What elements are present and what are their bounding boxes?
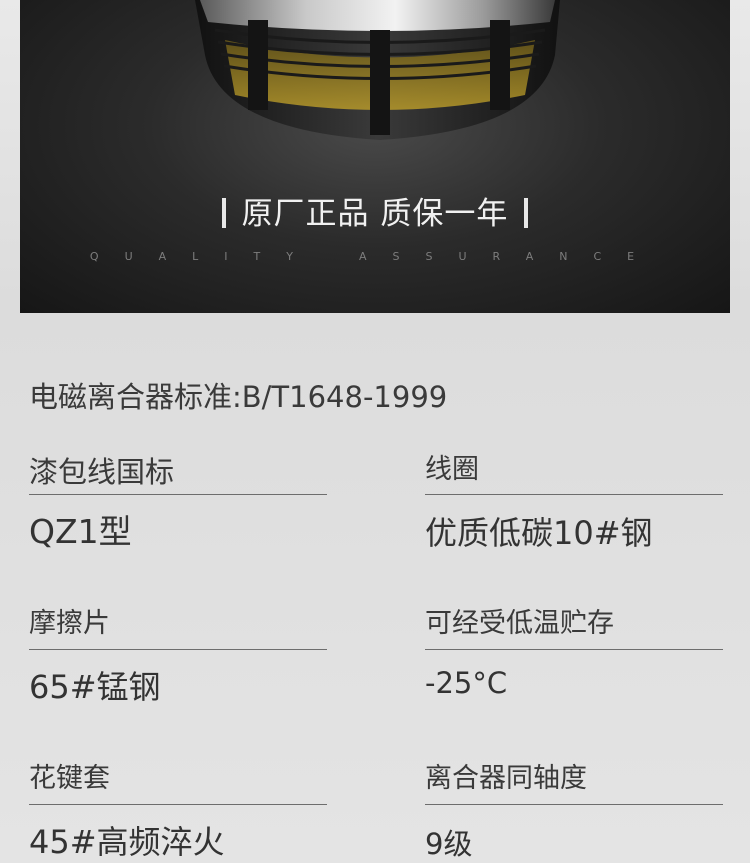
spec-value: 优质低碳10#钢 [425, 514, 653, 552]
spec-divider [29, 649, 327, 650]
spec-label: 漆包线国标 [29, 455, 175, 489]
spec-value: -25°C [425, 666, 508, 700]
spec-label: 线圈 [425, 454, 479, 485]
spec-divider [425, 804, 723, 805]
spec-label: 摩擦片 [29, 608, 110, 639]
spec-label: 可经受低温贮存 [425, 608, 614, 639]
spec-label: 花键套 [29, 763, 110, 794]
product-banner: 原厂正品 质保一年 QUALITY ASSURANCE [20, 0, 730, 313]
banner-subtitle: QUALITY ASSURANCE [20, 250, 730, 263]
title-bar-right [524, 198, 529, 228]
spec-value: 9级 [425, 827, 473, 861]
spec-divider [425, 494, 723, 495]
spec-label: 离合器同轴度 [425, 763, 587, 794]
spec-divider [425, 649, 723, 650]
spec-divider [29, 804, 327, 805]
banner-title: 原厂正品 质保一年 [20, 188, 730, 233]
clutch-product-image [195, 0, 560, 140]
spec-value: QZ1型 [29, 512, 132, 551]
subtitle-quality: QUALITY [89, 250, 319, 263]
clutch-standard: 电磁离合器标准:B/T1648-1999 [29, 380, 448, 414]
spec-value: 45#高频淬火 [29, 823, 225, 861]
subtitle-assurance: ASSURANCE [358, 250, 661, 263]
banner-title-text: 原厂正品 质保一年 [241, 196, 509, 232]
spec-value: 65#锰钢 [29, 668, 161, 706]
title-bar-left [221, 198, 226, 228]
spec-divider [29, 494, 327, 495]
